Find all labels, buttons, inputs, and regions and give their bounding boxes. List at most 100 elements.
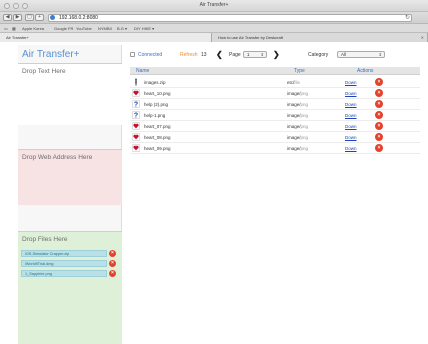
heart-image-icon	[132, 144, 140, 152]
app-area: Air Transfer+ Drop Text Here Drop Web Ad…	[0, 43, 428, 344]
delete-file-icon[interactable]: ×	[375, 122, 383, 130]
next-page-icon[interactable]: ❯	[273, 50, 280, 59]
reload-icon[interactable]: ↻	[405, 14, 410, 21]
page-select[interactable]: 1 ⇕	[243, 51, 267, 58]
tab-how-to[interactable]: How to use Air Transfer by Deskcraft ✕	[212, 33, 428, 42]
bookmark-item[interactable]: NYMBX	[98, 26, 112, 31]
file-type: image/png	[287, 124, 308, 129]
table-row[interactable]: ? help-1.png image/png Down ×	[130, 110, 420, 121]
app-logo: Air Transfer+	[22, 49, 80, 60]
file-name: heart_09.png	[144, 146, 171, 151]
remove-file-icon[interactable]: ×	[109, 250, 116, 257]
delete-file-icon[interactable]: ×	[375, 133, 383, 141]
column-name[interactable]: Name	[136, 68, 149, 74]
file-list-area: Connected Refresh 13 ❮ Page 1 ⇕ ❯ Catego…	[130, 49, 420, 179]
queued-file[interactable]: iOS-Simulator Crapper.zip	[21, 250, 107, 257]
table-row[interactable]: heart_07.png image/png Down ×	[130, 121, 420, 132]
chevron-updown-icon: ⇕	[260, 52, 264, 57]
remove-file-icon[interactable]: ×	[109, 270, 116, 277]
drop-files-title: Drop Files Here	[22, 236, 68, 243]
chevron-updown-icon: ⇕	[378, 52, 382, 57]
download-link[interactable]: Down	[345, 113, 357, 118]
file-name: heart_10.png	[144, 91, 171, 96]
drop-files-panel[interactable]: Drop Files Here iOS-Simulator Crapper.zi…	[18, 231, 122, 344]
file-type-main: image/	[287, 135, 301, 140]
svg-text:?: ?	[134, 113, 138, 119]
tab-bar: Air Transfer+ How to use Air Transfer by…	[0, 33, 428, 42]
file-name: help-1.png	[144, 113, 166, 118]
browser-window: Air Transfer+ ◀ ▶ ▢ + 192.168.0.2:8080 ↻…	[0, 0, 428, 344]
bookmark-item[interactable]: Google FR	[54, 26, 73, 31]
file-name: help (2).png	[144, 102, 169, 107]
table-row[interactable]: heart_08.png image/png Down ×	[130, 132, 420, 143]
file-type-sub: png	[300, 124, 309, 129]
zip-icon	[132, 78, 140, 86]
forward-button[interactable]: ▶	[13, 14, 22, 21]
table-row[interactable]: heart_10.png image/png Down ×	[130, 88, 420, 99]
delete-file-icon[interactable]: ×	[375, 89, 383, 97]
category-label: Category	[308, 52, 329, 58]
bookmark-item[interactable]: B.G ▾	[117, 26, 127, 31]
queued-file[interactable]: iWorld9Trial.dmg	[21, 260, 107, 267]
add-bookmark-button[interactable]: +	[35, 14, 44, 21]
file-type: image/png	[287, 102, 308, 107]
delete-file-icon[interactable]: ×	[375, 100, 383, 108]
download-link[interactable]: Down	[345, 102, 357, 107]
table-row[interactable]: heart_09.png image/png Down ×	[130, 143, 420, 154]
connected-checkbox[interactable]	[130, 52, 135, 57]
column-type[interactable]: Type	[294, 68, 305, 74]
title-bar: Air Transfer+	[0, 0, 428, 12]
file-type-main: image/	[287, 124, 301, 129]
bookmark-item[interactable]: YouTube	[76, 26, 92, 31]
file-type-main: image/	[287, 91, 301, 96]
remove-file-icon[interactable]: ×	[109, 260, 116, 267]
download-link[interactable]: Down	[345, 91, 357, 96]
download-link[interactable]: Down	[345, 124, 357, 129]
file-type-sub: png	[300, 113, 309, 118]
heart-image-icon	[132, 133, 140, 141]
file-type-sub: png	[300, 146, 309, 151]
share-button[interactable]: ▢	[25, 14, 34, 21]
file-type-sub: png	[300, 135, 309, 140]
download-link[interactable]: Down	[345, 146, 357, 151]
question-image-icon: ?	[132, 100, 140, 109]
globe-icon	[50, 15, 55, 20]
drop-web-title: Drop Web Address Here	[22, 154, 93, 161]
download-link[interactable]: Down	[345, 135, 357, 140]
drop-text-title: Drop Text Here	[22, 68, 66, 75]
file-name: images.zip	[144, 80, 166, 85]
address-bar[interactable]: 192.168.0.2:8080	[48, 14, 412, 22]
browser-toolbar: ◀ ▶ ▢ + 192.168.0.2:8080 ↻	[0, 12, 428, 24]
category-select[interactable]: All ⇕	[337, 51, 385, 58]
table-row[interactable]: ? help (2).png image/png Down ×	[130, 99, 420, 110]
refresh-link[interactable]: Refresh	[180, 52, 198, 58]
tab-air-transfer[interactable]: Air Transfer+	[0, 33, 212, 42]
file-type-main: image/	[287, 102, 301, 107]
top-sites-icon[interactable]: ▦	[12, 26, 16, 31]
page-label: Page	[229, 52, 241, 58]
download-link[interactable]: Down	[345, 80, 357, 85]
queued-file[interactable]: 1_Sapphire.png	[21, 270, 107, 277]
file-type-main: image/	[287, 113, 301, 118]
delete-file-icon[interactable]: ×	[375, 78, 383, 86]
tab-label: How to use Air Transfer by Deskcraft	[218, 35, 283, 40]
heart-image-icon	[132, 122, 140, 130]
drop-web-panel[interactable]: Drop Web Address Here	[18, 149, 122, 205]
close-tab-icon[interactable]: ✕	[421, 33, 424, 42]
heart-image-icon	[132, 89, 140, 97]
file-type-main: image/	[287, 146, 301, 151]
drop-sidebar: Air Transfer+ Drop Text Here Drop Web Ad…	[18, 45, 122, 344]
window-title: Air Transfer+	[199, 2, 229, 8]
delete-file-icon[interactable]: ×	[375, 144, 383, 152]
file-type-sub: png	[300, 102, 309, 107]
bookmark-item[interactable]: Apple Korea	[22, 26, 44, 31]
file-type: image/png	[287, 146, 308, 151]
prev-page-icon[interactable]: ❮	[216, 50, 223, 59]
drop-text-panel[interactable]: Drop Text Here	[18, 63, 122, 125]
file-type: etc/file	[287, 80, 300, 85]
sidebar-icon[interactable]: ▭	[4, 26, 8, 31]
back-button[interactable]: ◀	[3, 14, 12, 21]
delete-file-icon[interactable]: ×	[375, 111, 383, 119]
bookmark-item[interactable]: DIY HIKE ▾	[134, 26, 154, 31]
table-row[interactable]: images.zip etc/file Down ×	[130, 77, 420, 88]
